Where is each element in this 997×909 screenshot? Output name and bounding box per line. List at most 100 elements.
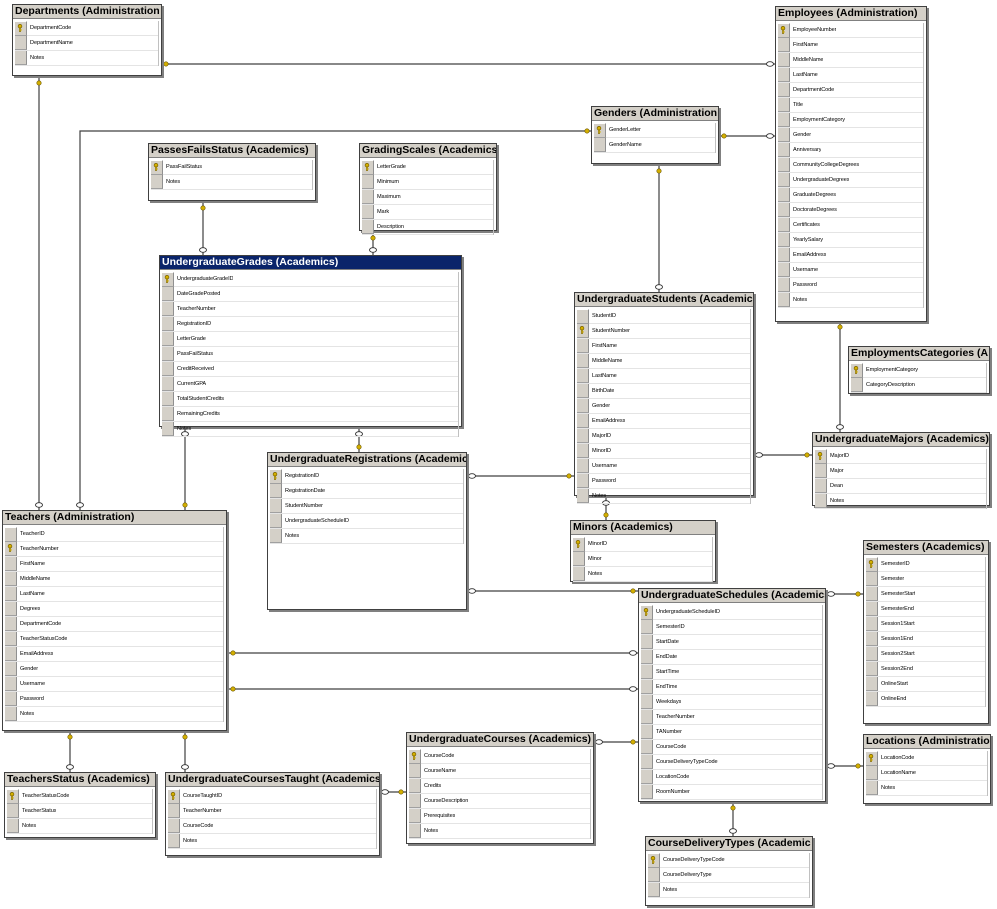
table-teachers[interactable]: Teachers (Administration) TeacherID Teache… — [2, 510, 227, 731]
row-selector[interactable] — [778, 83, 790, 97]
row-selector[interactable] — [577, 339, 589, 353]
row-selector[interactable] — [778, 143, 790, 157]
column-row[interactable]: EmailAddress — [577, 414, 751, 429]
column-row[interactable]: UndergraduateDegrees — [778, 173, 924, 188]
column-row[interactable]: LastName — [577, 369, 751, 384]
row-selector[interactable] — [573, 552, 585, 566]
column-row[interactable]: CourseDescription — [409, 794, 591, 809]
row-selector[interactable] — [362, 220, 374, 234]
column-row[interactable]: MajorID — [577, 429, 751, 444]
row-selector[interactable] — [641, 755, 653, 769]
column-row[interactable]: Notes — [162, 422, 459, 437]
column-row[interactable]: OnlineEnd — [866, 692, 986, 707]
column-row[interactable]: OnlineStart — [866, 677, 986, 692]
row-selector[interactable] — [815, 448, 827, 464]
row-selector[interactable] — [778, 293, 790, 307]
row-selector[interactable] — [866, 692, 878, 706]
column-row[interactable]: LocationCode — [641, 770, 823, 785]
column-row[interactable]: CommunityCollegeDegrees — [778, 158, 924, 173]
row-selector[interactable] — [162, 271, 174, 287]
row-selector[interactable] — [778, 278, 790, 292]
column-row[interactable]: Notes — [866, 781, 988, 796]
table-ustudents[interactable]: UndergraduateStudents (Academics StudentI… — [574, 292, 754, 504]
column-row[interactable]: PassFailStatus — [151, 159, 313, 175]
table-title[interactable]: UndergraduateRegistrations (Academic — [268, 453, 466, 467]
column-row[interactable]: Session1End — [866, 632, 986, 647]
column-row[interactable]: LocationCode — [866, 750, 988, 766]
column-row[interactable]: StartTime — [641, 665, 823, 680]
row-selector[interactable] — [409, 824, 421, 838]
column-row[interactable]: Gender — [778, 128, 924, 143]
column-row[interactable]: SemesterStart — [866, 587, 986, 602]
column-row[interactable]: Notes — [168, 834, 377, 849]
column-row[interactable]: Username — [577, 459, 751, 474]
row-selector[interactable] — [577, 369, 589, 383]
row-selector[interactable] — [594, 138, 606, 152]
row-selector[interactable] — [641, 680, 653, 694]
row-selector[interactable] — [270, 499, 282, 513]
row-selector[interactable] — [577, 414, 589, 428]
row-selector[interactable] — [577, 489, 589, 503]
column-row[interactable]: MiddleName — [577, 354, 751, 369]
row-selector[interactable] — [162, 302, 174, 316]
table-umajors[interactable]: UndergraduateMajors (Academics) MajorID Ma… — [812, 432, 990, 509]
column-row[interactable]: CourseDeliveryTypeCode — [648, 852, 810, 868]
row-selector[interactable] — [362, 205, 374, 219]
table-title[interactable]: TeachersStatus (Academics) — [5, 773, 155, 787]
column-row[interactable]: RoomNumber — [641, 785, 823, 800]
table-genders[interactable]: Genders (Administration GenderLetter Gende… — [591, 106, 719, 164]
row-selector[interactable] — [362, 190, 374, 204]
table-ucourses[interactable]: UndergraduateCourses (Academics) CourseCo… — [406, 732, 594, 844]
column-row[interactable]: UndergraduateScheduleID — [270, 514, 464, 529]
row-selector[interactable] — [778, 113, 790, 127]
column-row[interactable]: Notes — [778, 293, 924, 308]
column-row[interactable]: RegistrationDate — [270, 484, 464, 499]
table-grading[interactable]: GradingScales (Academics) LetterGrade Mini… — [359, 143, 497, 235]
row-selector[interactable] — [573, 567, 585, 581]
table-title[interactable]: Departments (Administration — [13, 5, 161, 19]
column-row[interactable]: CategoryDescription — [851, 378, 987, 393]
column-row[interactable]: TeacherID — [5, 526, 224, 542]
row-selector[interactable] — [866, 647, 878, 661]
row-selector[interactable] — [362, 175, 374, 189]
row-selector[interactable] — [641, 740, 653, 754]
column-row[interactable]: Description — [362, 220, 494, 235]
row-selector[interactable] — [641, 710, 653, 724]
column-row[interactable]: EmploymentCategory — [851, 362, 987, 378]
table-title[interactable]: Genders (Administration — [592, 107, 718, 121]
column-row[interactable]: UndergraduateScheduleID — [641, 604, 823, 620]
column-row[interactable]: CourseCode — [641, 740, 823, 755]
row-selector[interactable] — [648, 852, 660, 868]
column-row[interactable]: Weekdays — [641, 695, 823, 710]
column-row[interactable]: DepartmentCode — [778, 83, 924, 98]
row-selector[interactable] — [162, 422, 174, 436]
column-row[interactable]: GenderLetter — [594, 122, 716, 138]
row-selector[interactable] — [15, 20, 27, 36]
column-row[interactable]: LocationName — [866, 766, 988, 781]
table-ugrades[interactable]: UndergraduateGrades (Academics) Undergrad… — [159, 255, 462, 437]
column-row[interactable]: Degrees — [5, 602, 224, 617]
column-row[interactable]: Major — [815, 464, 987, 479]
row-selector[interactable] — [866, 677, 878, 691]
column-row[interactable]: Minimum — [362, 175, 494, 190]
row-selector[interactable] — [409, 748, 421, 764]
column-row[interactable]: Notes — [409, 824, 591, 839]
row-selector[interactable] — [778, 263, 790, 277]
row-selector[interactable] — [778, 38, 790, 52]
row-selector[interactable] — [851, 362, 863, 378]
row-selector[interactable] — [866, 587, 878, 601]
row-selector[interactable] — [641, 695, 653, 709]
row-selector[interactable] — [409, 779, 421, 793]
row-selector[interactable] — [15, 51, 27, 65]
column-row[interactable]: SemesterID — [641, 620, 823, 635]
row-selector[interactable] — [577, 474, 589, 488]
column-row[interactable]: MinorID — [573, 536, 713, 552]
column-row[interactable]: BirthDate — [577, 384, 751, 399]
row-selector[interactable] — [573, 536, 585, 552]
column-row[interactable]: TeacherNumber — [162, 302, 459, 317]
row-selector[interactable] — [815, 479, 827, 493]
table-title[interactable]: UndergraduateStudents (Academics — [575, 293, 753, 307]
column-row[interactable]: Title — [778, 98, 924, 113]
row-selector[interactable] — [648, 868, 660, 882]
row-selector[interactable] — [362, 159, 374, 175]
